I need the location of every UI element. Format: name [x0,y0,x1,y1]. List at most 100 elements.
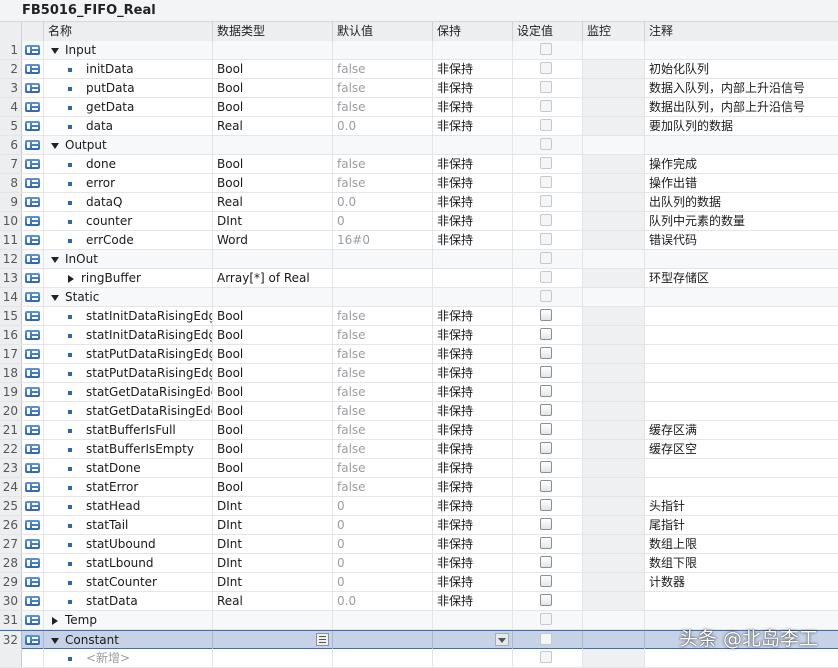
comment-cell[interactable] [645,136,838,154]
table-row[interactable]: 5 data Real 0.0 非保持 要加队列的数据 [0,117,838,136]
retain-cell[interactable]: 非保持 [433,535,513,553]
comment-cell[interactable]: 数组上限 [645,535,838,553]
table-row[interactable]: 16 statInitDataRisingEdge...Boolfalse非保持 [0,326,838,345]
name-cell[interactable]: data [44,117,213,135]
data-type-cell[interactable]: Real [213,592,333,610]
setpoint-checkbox[interactable] [540,613,552,625]
table-row[interactable]: 23 statDone Bool false 非保持 [0,459,838,478]
retain-cell[interactable] [433,41,513,59]
data-type-cell[interactable]: Bool [213,364,333,382]
comment-cell[interactable]: 头指针 [645,497,838,515]
name-cell[interactable]: statGetDataRisingEdge [44,383,213,401]
table-row[interactable]: 24 statError Bool false 非保持 [0,478,838,497]
default-value-cell[interactable]: false [333,364,433,382]
retain-cell[interactable] [433,250,513,268]
comment-cell[interactable]: 队列中元素的数量 [645,212,838,230]
table-row[interactable]: 1 Input [0,41,838,60]
header-monitor[interactable]: 监控 [583,22,645,41]
retain-cell[interactable]: 非保持 [433,60,513,78]
setpoint-checkbox[interactable] [540,328,552,340]
table-row[interactable]: 2 initData Bool false 非保持 初始化队列 [0,60,838,79]
data-type-cell[interactable]: Bool [213,402,333,420]
setpoint-checkbox[interactable] [540,271,552,283]
retain-cell[interactable]: 非保持 [433,307,513,325]
name-cell[interactable]: dataQ [44,193,213,211]
setpoint-checkbox[interactable] [540,119,552,131]
setpoint-checkbox[interactable] [540,537,552,549]
name-cell[interactable]: initData [44,60,213,78]
comment-cell[interactable]: 计数器 [645,573,838,591]
type-list-button[interactable] [316,633,329,646]
default-value-cell[interactable]: false [333,98,433,116]
setpoint-checkbox[interactable] [540,81,552,93]
name-cell[interactable]: error [44,174,213,192]
setpoint-checkbox[interactable] [540,309,552,321]
data-type-cell[interactable]: Bool [213,421,333,439]
setpoint-checkbox[interactable] [540,214,552,226]
comment-cell[interactable] [645,345,838,363]
comment-cell[interactable]: 初始化队列 [645,60,838,78]
table-row[interactable]: 29 statCounter DInt 0 非保持 计数器 [0,573,838,592]
data-type-cell[interactable]: Bool [213,459,333,477]
name-cell[interactable]: statDone [44,459,213,477]
name-cell[interactable]: statBufferIsEmpty [44,440,213,458]
setpoint-checkbox[interactable] [540,442,552,454]
data-type-cell[interactable] [213,288,333,306]
setpoint-checkbox[interactable] [540,518,552,530]
retain-cell[interactable]: 非保持 [433,554,513,572]
name-cell[interactable]: statInitDataRisingEdge [44,307,213,325]
setpoint-checkbox[interactable] [540,423,552,435]
comment-cell[interactable] [645,649,838,667]
setpoint-checkbox[interactable] [540,633,552,645]
default-value-cell[interactable]: false [333,459,433,477]
retain-cell[interactable]: 非保持 [433,497,513,515]
retain-cell[interactable] [433,611,513,629]
table-row[interactable]: 15 statInitDataRisingEdge Bool false 非保持 [0,307,838,326]
table-row[interactable]: 7 done Bool false 非保持 操作完成 [0,155,838,174]
default-value-cell[interactable]: false [333,155,433,173]
comment-cell[interactable] [645,383,838,401]
data-type-cell[interactable]: Bool [213,174,333,192]
retain-dropdown-button[interactable] [495,633,509,646]
retain-cell[interactable]: 非保持 [433,193,513,211]
setpoint-checkbox[interactable] [540,366,552,378]
default-value-cell[interactable] [333,649,433,667]
comment-cell[interactable] [645,364,838,382]
expand-triangle-icon[interactable] [52,616,58,625]
comment-cell[interactable] [645,326,838,344]
table-row[interactable]: 3 putData Bool false 非保持 数据入队列，内部上升沿信号 [0,79,838,98]
default-value-cell[interactable] [333,611,433,629]
name-cell[interactable]: statData [44,592,213,610]
expand-triangle-icon[interactable] [68,274,74,283]
data-type-cell[interactable]: Bool [213,155,333,173]
table-row[interactable]: 11 errCode Word 16#0 非保持 错误代码 [0,231,838,250]
default-value-cell[interactable]: 0 [333,497,433,515]
name-cell[interactable]: counter [44,212,213,230]
retain-cell[interactable]: 非保持 [433,402,513,420]
data-type-cell[interactable]: Bool [213,98,333,116]
table-row[interactable]: 9 dataQ Real 0.0 非保持 出队列的数据 [0,193,838,212]
header-data-type[interactable]: 数据类型 [213,22,333,41]
comment-cell[interactable]: 数组下限 [645,554,838,572]
comment-cell[interactable]: 环型存储区 [645,269,838,287]
name-cell[interactable]: errCode [44,231,213,249]
name-cell[interactable]: Input [44,41,213,59]
data-type-cell[interactable] [213,136,333,154]
collapse-triangle-icon[interactable] [51,142,59,149]
comment-cell[interactable] [645,478,838,496]
default-value-cell[interactable]: 0 [333,516,433,534]
default-value-cell[interactable]: 0 [333,212,433,230]
setpoint-checkbox[interactable] [540,594,552,606]
default-value-cell[interactable]: false [333,421,433,439]
default-value-cell[interactable]: 0 [333,535,433,553]
data-type-cell[interactable]: Bool [213,478,333,496]
default-value-cell[interactable]: false [333,440,433,458]
table-row[interactable]: 4 getData Bool false 非保持 数据出队列，内部上升沿信号 [0,98,838,117]
data-type-cell[interactable]: Word [213,231,333,249]
table-row[interactable]: 26 statTail DInt 0 非保持 尾指针 [0,516,838,535]
default-value-cell[interactable] [333,269,433,287]
table-row[interactable]: 30 statData Real 0.0 非保持 [0,592,838,611]
table-row[interactable]: 28 statLbound DInt 0 非保持 数组下限 [0,554,838,573]
name-cell[interactable]: statPutDataRisingEdge [44,345,213,363]
name-cell[interactable]: statHead [44,497,213,515]
